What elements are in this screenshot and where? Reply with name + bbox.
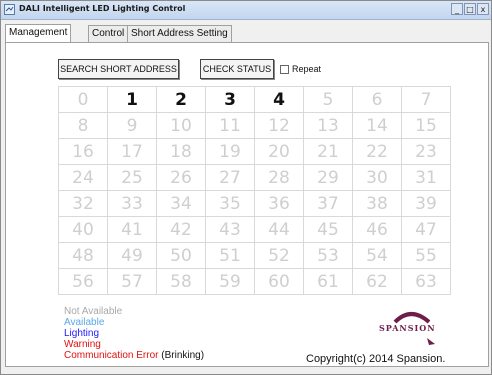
address-cell[interactable]: 48 (58, 242, 108, 269)
address-cell[interactable]: 16 (58, 138, 108, 165)
address-cell[interactable]: 10 (156, 112, 206, 139)
address-cell[interactable]: 51 (205, 242, 255, 269)
address-cell[interactable]: 25 (107, 164, 157, 191)
address-cell[interactable]: 61 (303, 268, 353, 295)
status-legend: Not Available Available Lighting Warning… (64, 306, 204, 361)
grid-row: 01234567 (58, 86, 451, 113)
address-cell[interactable]: 14 (352, 112, 402, 139)
grid-row: 24 25 26 27 28 29 30 31 (58, 164, 451, 191)
address-cell[interactable]: 53 (303, 242, 353, 269)
address-cell[interactable]: 17 (107, 138, 157, 165)
legend-comm-error: Communication Error (64, 350, 159, 361)
address-cell[interactable]: 12 (254, 112, 304, 139)
grid-row: 56 57 58 59 60 61 62 63 (58, 268, 451, 295)
address-cell[interactable]: 35 (205, 190, 255, 217)
address-cell[interactable]: 1 (107, 86, 157, 113)
address-cell[interactable]: 32 (58, 190, 108, 217)
address-cell[interactable]: 4 (254, 86, 304, 113)
address-cell[interactable]: 63 (401, 268, 451, 295)
address-cell[interactable]: 0 (58, 86, 108, 113)
address-cell[interactable]: 26 (156, 164, 206, 191)
app-window: DALI Intelligent LED Lighting Control _ … (0, 0, 492, 375)
address-cell[interactable]: 56 (58, 268, 108, 295)
short-address-grid: 0 1 2 3 4 5 6 7 8 9 10 11 12 13 14 15 16 17 18 19 20 21 22 23 24… (58, 86, 451, 295)
window-title: DALI Intelligent LED Lighting Control (19, 4, 186, 13)
close-button[interactable]: x (477, 3, 489, 15)
address-cell[interactable]: 38 (352, 190, 402, 217)
address-cell[interactable]: 36 (254, 190, 304, 217)
address-cell[interactable]: 8 (58, 112, 108, 139)
tab-short-address-setting[interactable]: Short Address Setting (127, 25, 232, 42)
address-cell[interactable]: 3 (205, 86, 255, 113)
address-cell[interactable]: 20 (254, 138, 304, 165)
address-cell[interactable]: 9 (107, 112, 157, 139)
address-cell[interactable]: 50 (156, 242, 206, 269)
address-cell[interactable]: 40 (58, 216, 108, 243)
legend-available: Available (64, 317, 105, 328)
tab-management[interactable]: Management (5, 24, 72, 42)
address-cell[interactable]: 54 (352, 242, 402, 269)
address-cell[interactable]: 60 (254, 268, 304, 295)
address-cell[interactable]: 43 (205, 216, 255, 243)
spansion-logo: SPANSION (377, 308, 447, 348)
address-cell[interactable]: 44 (254, 216, 304, 243)
maximize-button[interactable]: □ (464, 3, 476, 15)
legend-lighting: Lighting (64, 328, 100, 339)
address-cell[interactable]: 58 (156, 268, 206, 295)
address-cell[interactable]: 57 (107, 268, 157, 295)
address-cell[interactable]: 23 (401, 138, 451, 165)
address-cell[interactable]: 33 (107, 190, 157, 217)
grid-row: 48 49 50 51 52 53 54 55 (58, 242, 451, 269)
search-short-address-button[interactable]: SEARCH SHORT ADDRESS (58, 59, 179, 79)
address-cell[interactable]: 45 (303, 216, 353, 243)
copyright-text: Copyright(c) 2014 Spansion. (306, 353, 446, 365)
app-icon (4, 4, 15, 15)
repeat-checkbox[interactable] (280, 65, 289, 74)
minimize-button[interactable]: _ (451, 3, 463, 15)
check-status-button[interactable]: CHECK STATUS (200, 59, 274, 79)
address-cell[interactable]: 28 (254, 164, 304, 191)
address-cell[interactable]: 47 (401, 216, 451, 243)
address-cell[interactable]: 49 (107, 242, 157, 269)
address-cell[interactable]: 42 (156, 216, 206, 243)
title-bar[interactable]: DALI Intelligent LED Lighting Control _ … (1, 1, 491, 20)
grid-row: 32 33 34 35 36 37 38 39 (58, 190, 451, 217)
address-cell[interactable]: 18 (156, 138, 206, 165)
address-cell[interactable]: 34 (156, 190, 206, 217)
address-cell[interactable]: 15 (401, 112, 451, 139)
legend-comm-error-row: Communication Error (Brinking) (64, 350, 204, 361)
logo-text: SPANSION (379, 323, 436, 333)
address-cell[interactable]: 46 (352, 216, 402, 243)
management-panel: SEARCH SHORT ADDRESS CHECK STATUS Repeat… (5, 42, 489, 367)
address-cell[interactable]: 7 (401, 86, 451, 113)
address-cell[interactable]: 2 (156, 86, 206, 113)
address-cell[interactable]: 39 (401, 190, 451, 217)
legend-not-available: Not Available (64, 306, 123, 317)
address-cell[interactable]: 31 (401, 164, 451, 191)
address-cell[interactable]: 24 (58, 164, 108, 191)
address-cell[interactable]: 27 (205, 164, 255, 191)
address-cell[interactable]: 41 (107, 216, 157, 243)
grid-row: 8 9 10 11 12 13 14 15 (58, 112, 451, 139)
grid-row: 16 17 18 19 20 21 22 23 (58, 138, 451, 165)
address-cell[interactable]: 30 (352, 164, 402, 191)
address-cell[interactable]: 59 (205, 268, 255, 295)
repeat-label: Repeat (292, 64, 322, 74)
address-cell[interactable]: 55 (401, 242, 451, 269)
address-cell[interactable]: 62 (352, 268, 402, 295)
address-cell[interactable]: 6 (352, 86, 402, 113)
address-cell[interactable]: 19 (205, 138, 255, 165)
address-cell[interactable]: 21 (303, 138, 353, 165)
tab-control[interactable]: Control (88, 25, 129, 42)
grid-row: 40 41 42 43 44 45 46 47 (58, 216, 451, 243)
address-cell[interactable]: 37 (303, 190, 353, 217)
legend-comm-error-note: (Brinking) (161, 350, 205, 361)
address-cell[interactable]: 22 (352, 138, 402, 165)
address-cell[interactable]: 5 (303, 86, 353, 113)
address-cell[interactable]: 13 (303, 112, 353, 139)
address-cell[interactable]: 52 (254, 242, 304, 269)
legend-warning: Warning (64, 339, 101, 350)
address-cell[interactable]: 11 (205, 112, 255, 139)
address-cell[interactable]: 29 (303, 164, 353, 191)
